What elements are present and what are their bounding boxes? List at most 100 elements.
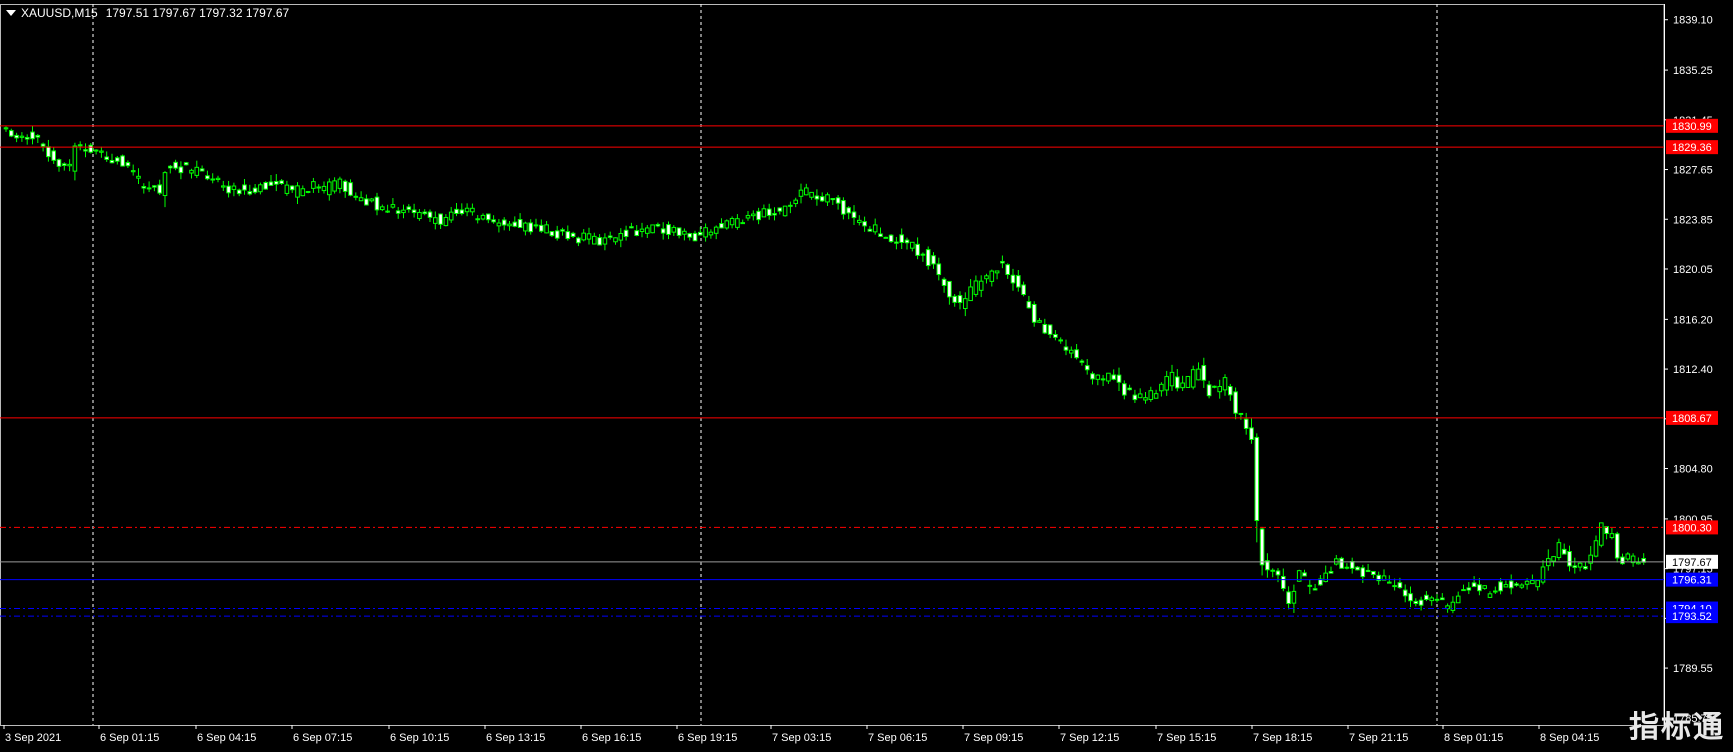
- level-price-label: 1800.30: [1672, 522, 1712, 534]
- candle-body: [835, 197, 841, 204]
- candle-body: [422, 211, 427, 215]
- y-tick-label: 1812.40: [1673, 364, 1713, 376]
- collapse-triangle-icon[interactable]: [6, 10, 16, 16]
- candle-body: [1063, 346, 1069, 351]
- candle-body: [433, 217, 438, 224]
- x-tick-label: 6 Sep 04:15: [197, 732, 256, 744]
- candle-body: [1005, 264, 1011, 275]
- candle-body: [1148, 390, 1154, 401]
- candle-body: [1440, 597, 1445, 601]
- candle-body: [851, 211, 857, 219]
- candle-body: [1206, 384, 1212, 397]
- candle-body: [1270, 569, 1276, 572]
- candle-body: [1010, 274, 1016, 284]
- candle-body: [480, 214, 486, 220]
- candle-body: [825, 194, 830, 203]
- candle-body: [1217, 386, 1223, 393]
- candle-body: [512, 221, 518, 227]
- candle-body: [613, 237, 618, 243]
- candle-body: [1307, 584, 1313, 587]
- candle-body: [978, 280, 984, 291]
- candle-body: [242, 184, 247, 191]
- candle-body: [496, 222, 502, 227]
- candle-body: [464, 207, 470, 213]
- candle-body: [645, 227, 650, 234]
- candle-body: [655, 223, 661, 227]
- candle-body: [629, 226, 634, 229]
- candle-body: [1058, 339, 1064, 342]
- candle-body: [459, 209, 465, 215]
- level-price-label: 1830.99: [1672, 121, 1712, 133]
- candle-body: [443, 216, 449, 227]
- candle-body: [3, 127, 9, 130]
- candle-body: [915, 243, 920, 256]
- candle-body: [1185, 375, 1191, 388]
- candle-body: [793, 199, 799, 205]
- candle-body: [337, 178, 343, 189]
- candle-body: [634, 230, 640, 236]
- candle-body: [67, 163, 72, 167]
- candle-body: [867, 228, 873, 232]
- candle-body: [650, 224, 655, 234]
- candle-body: [1418, 599, 1424, 606]
- candle-body: [782, 205, 788, 217]
- candle-body: [1609, 533, 1615, 539]
- candle-body: [846, 207, 852, 214]
- candle-body: [708, 231, 714, 236]
- candle-body: [136, 175, 141, 179]
- candle-body: [1127, 387, 1132, 391]
- candle-body: [152, 185, 157, 188]
- candle-body: [1583, 566, 1588, 570]
- x-tick-label: 3 Sep 2021: [5, 732, 61, 744]
- candle-body: [311, 181, 316, 189]
- candle-body: [146, 187, 152, 190]
- candle-body: [1243, 418, 1249, 429]
- candle-body: [1069, 349, 1074, 354]
- candle-body: [957, 295, 963, 304]
- candle-body: [1434, 598, 1440, 601]
- candle-body: [766, 208, 772, 216]
- candle-body: [1413, 600, 1419, 604]
- level-price-label: 1793.52: [1672, 611, 1712, 623]
- candle-body: [777, 207, 783, 212]
- candle-body: [1122, 383, 1127, 396]
- x-tick-label: 7 Sep 03:15: [772, 732, 831, 744]
- candle-body: [491, 219, 496, 223]
- candle-body: [973, 280, 979, 295]
- candle-body: [1153, 393, 1159, 399]
- candle-body: [618, 233, 624, 241]
- candle-body: [221, 185, 226, 188]
- candle-body: [994, 270, 1000, 274]
- price-chart[interactable]: 1839.101835.251831.451827.651823.851820.…: [0, 0, 1733, 752]
- candle-body: [93, 149, 99, 152]
- candle-body: [1275, 570, 1281, 576]
- candle-body: [342, 180, 348, 192]
- candle-body: [814, 195, 820, 200]
- candle-body: [130, 170, 136, 173]
- candle-body: [1466, 587, 1472, 591]
- candle-body: [798, 189, 804, 197]
- candle-body: [692, 232, 698, 242]
- candle-body: [1037, 320, 1042, 323]
- candle-body: [1111, 374, 1117, 380]
- candle-body: [1519, 584, 1525, 588]
- candle-body: [226, 185, 231, 194]
- candle-body: [1498, 581, 1503, 592]
- candle-body: [576, 237, 581, 244]
- candle-body: [1143, 397, 1148, 401]
- candle-body: [936, 263, 942, 276]
- candle-body: [1402, 589, 1408, 597]
- candle-body: [1365, 569, 1371, 573]
- candle-body: [1450, 601, 1456, 611]
- candle-body: [77, 144, 83, 147]
- candle-body: [1159, 383, 1164, 392]
- x-tick-label: 7 Sep 18:15: [1253, 732, 1312, 744]
- y-tick-label: 1827.65: [1673, 165, 1713, 177]
- candle-body: [1164, 376, 1170, 391]
- candle-body: [247, 191, 253, 195]
- candle-body: [454, 208, 459, 215]
- candle-body: [756, 210, 761, 221]
- candle-body: [1047, 324, 1053, 335]
- candle-body: [1196, 368, 1201, 381]
- y-tick-label: 1804.80: [1673, 464, 1713, 476]
